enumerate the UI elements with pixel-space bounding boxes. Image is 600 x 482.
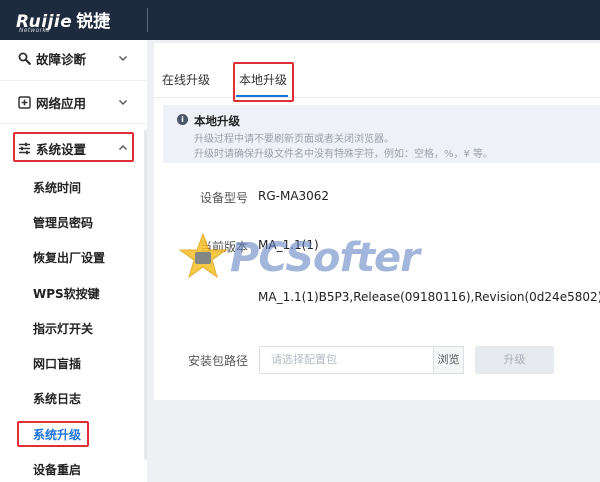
notice-line-2: 升级时请确保升级文件名中没有特殊字符，例如：空格，%，¥ 等。	[194, 149, 494, 160]
sidebar-item-port-autodetect[interactable]: 网口盲插	[33, 355, 81, 373]
tabs-divider	[154, 97, 600, 98]
sidebar-item-factory-reset[interactable]: 恢复出厂设置	[33, 249, 105, 267]
sidebar-group-diagnostics[interactable]: 故障诊断	[0, 41, 147, 75]
upgrade-notice: i 本地升级 升级过程中请不要刷新页面或者关闭浏览器。 升级时请确保升级文件名中…	[163, 105, 600, 163]
notice-title: 本地升级	[194, 114, 240, 128]
notice-line-1: 升级过程中请不要刷新页面或者关闭浏览器。	[194, 134, 394, 145]
magnifier-wrench-icon	[18, 52, 31, 65]
sidebar-item-device-reboot[interactable]: 设备重启	[33, 461, 81, 479]
header-divider	[147, 8, 148, 32]
device-model-label: 设备型号	[199, 191, 248, 205]
tab-online-upgrade[interactable]: 在线升级	[162, 71, 210, 88]
sidebar-item-system-log[interactable]: 系统日志	[33, 390, 81, 408]
device-model-value: RG-MA3062	[258, 189, 330, 203]
sidebar-item-system-time[interactable]: 系统时间	[33, 179, 81, 197]
package-path-label: 安装包路径	[187, 354, 248, 368]
sidebar-group-label: 网络应用	[36, 95, 87, 111]
sidebar-group-network-apps[interactable]: 网络应用	[0, 85, 147, 119]
sidebar-group-label: 故障诊断	[36, 51, 87, 67]
package-file-input[interactable]: 请选择配置包	[259, 346, 433, 374]
sidebar-item-led-switch[interactable]: 指示灯开关	[33, 320, 93, 338]
current-version-label: 当前版本	[199, 240, 248, 254]
sidebar-item-admin-password[interactable]: 管理员密码	[33, 214, 93, 232]
logo-cn-text: 锐捷	[76, 12, 111, 32]
highlight-system-upgrade	[17, 421, 89, 447]
info-icon: i	[177, 114, 188, 125]
current-version-value: MA_1.1(1)	[258, 238, 319, 252]
logo-sub-text: Networks	[19, 27, 50, 34]
menu-divider	[0, 123, 147, 124]
version-detail: MA_1.1(1)B5P3,Release(09180116),Revision…	[258, 290, 600, 304]
sidebar-scrollbar[interactable]	[144, 130, 147, 460]
chevron-down-icon	[119, 100, 127, 105]
highlight-local-upgrade-tab	[233, 62, 294, 102]
browse-button[interactable]: 浏览	[433, 346, 464, 374]
ruijie-logo[interactable]: Ruijie Networks 锐捷	[16, 8, 111, 34]
plus-square-icon	[18, 96, 31, 109]
menu-divider	[0, 80, 147, 81]
highlight-system-settings	[13, 132, 134, 162]
chevron-down-icon	[119, 56, 127, 61]
top-header: Ruijie Networks 锐捷	[0, 0, 600, 40]
sidebar-item-wps-button[interactable]: WPS软按键	[33, 285, 100, 303]
upgrade-button[interactable]: 升级	[475, 346, 554, 374]
